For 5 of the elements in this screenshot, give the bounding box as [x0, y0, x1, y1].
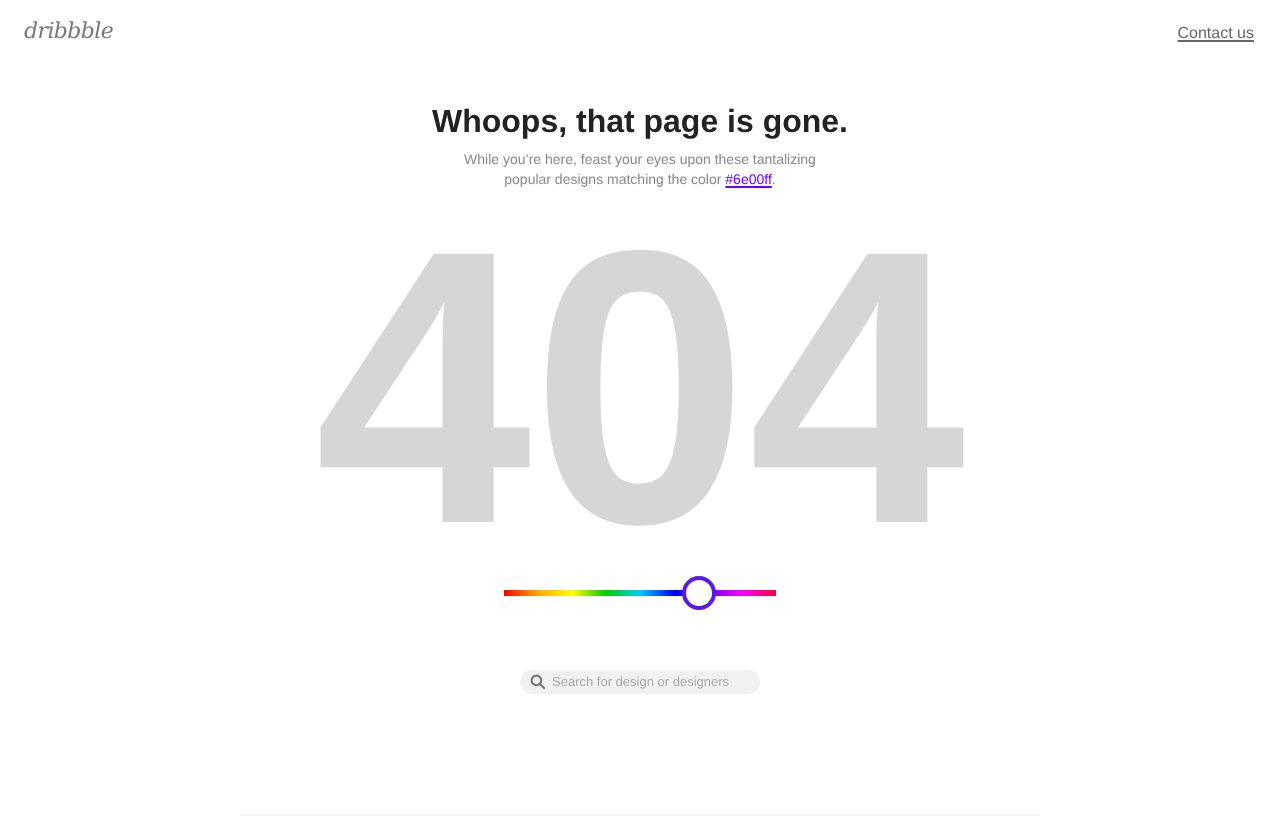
logo[interactable]: dribbble: [24, 18, 114, 44]
slider-thumb[interactable]: [681, 576, 716, 610]
page-title: Whoops, that page is gone.: [432, 106, 848, 142]
contact-link[interactable]: Contact us: [1177, 24, 1254, 42]
search-icon: [530, 674, 546, 690]
